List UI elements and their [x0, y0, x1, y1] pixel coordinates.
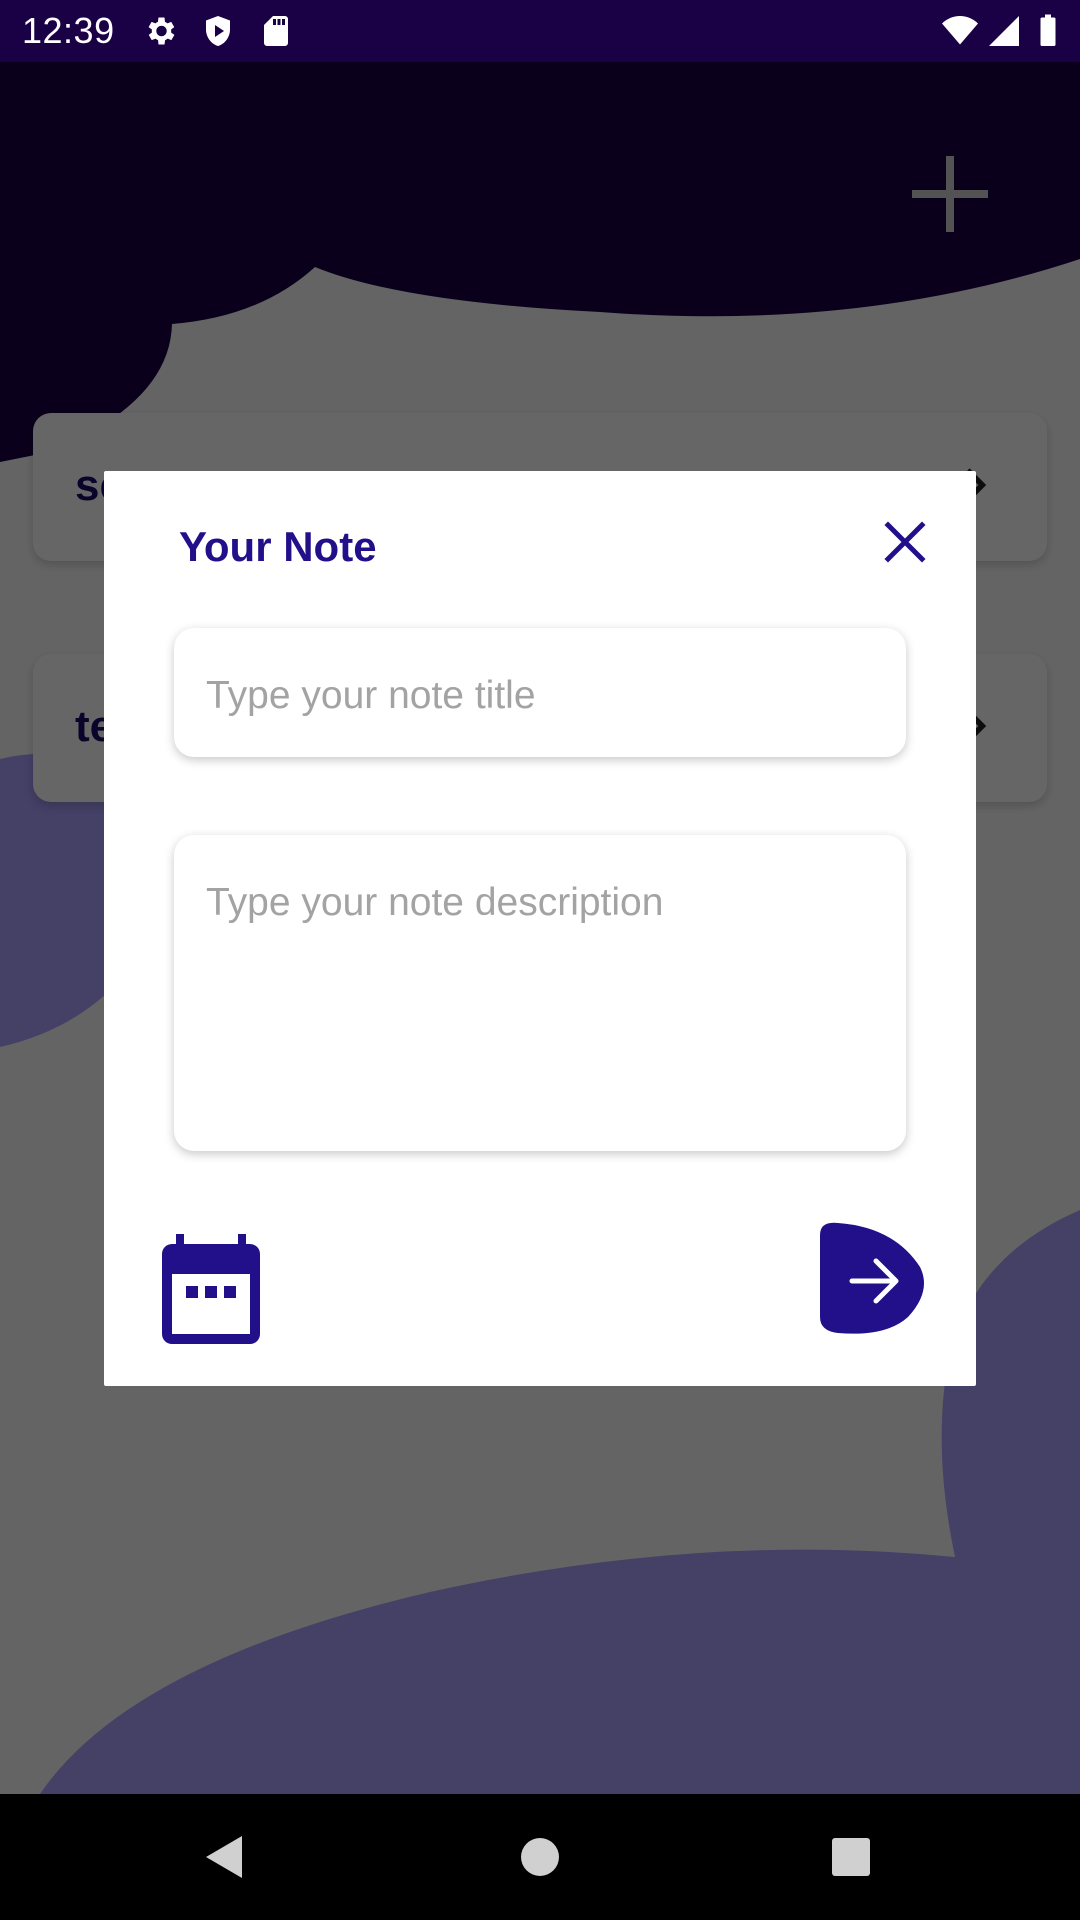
note-description-input[interactable]: Type your note description	[174, 835, 906, 1151]
sd-card-icon	[264, 16, 288, 46]
signal-icon	[989, 16, 1019, 46]
note-title-input[interactable]: Type your note title	[174, 628, 906, 757]
navigation-bar	[0, 1794, 1080, 1920]
submit-note-button[interactable]	[816, 1221, 928, 1337]
back-icon[interactable]	[200, 1832, 250, 1882]
recents-icon[interactable]	[826, 1832, 876, 1882]
status-bar: 12:39	[0, 0, 1080, 62]
home-icon[interactable]	[515, 1832, 565, 1882]
note-description-placeholder: Type your note description	[206, 881, 664, 924]
wifi-icon	[942, 16, 978, 45]
add-note-dialog: Your Note Type your note title Type your…	[104, 471, 976, 1386]
battery-icon	[1040, 14, 1056, 46]
status-time: 12:39	[22, 10, 115, 51]
note-title-placeholder: Type your note title	[206, 674, 536, 717]
gear-icon	[148, 17, 175, 45]
calendar-icon[interactable]	[160, 1234, 262, 1346]
shield-play-icon	[206, 16, 230, 46]
close-icon[interactable]	[874, 511, 936, 573]
dialog-title: Your Note	[179, 523, 377, 570]
